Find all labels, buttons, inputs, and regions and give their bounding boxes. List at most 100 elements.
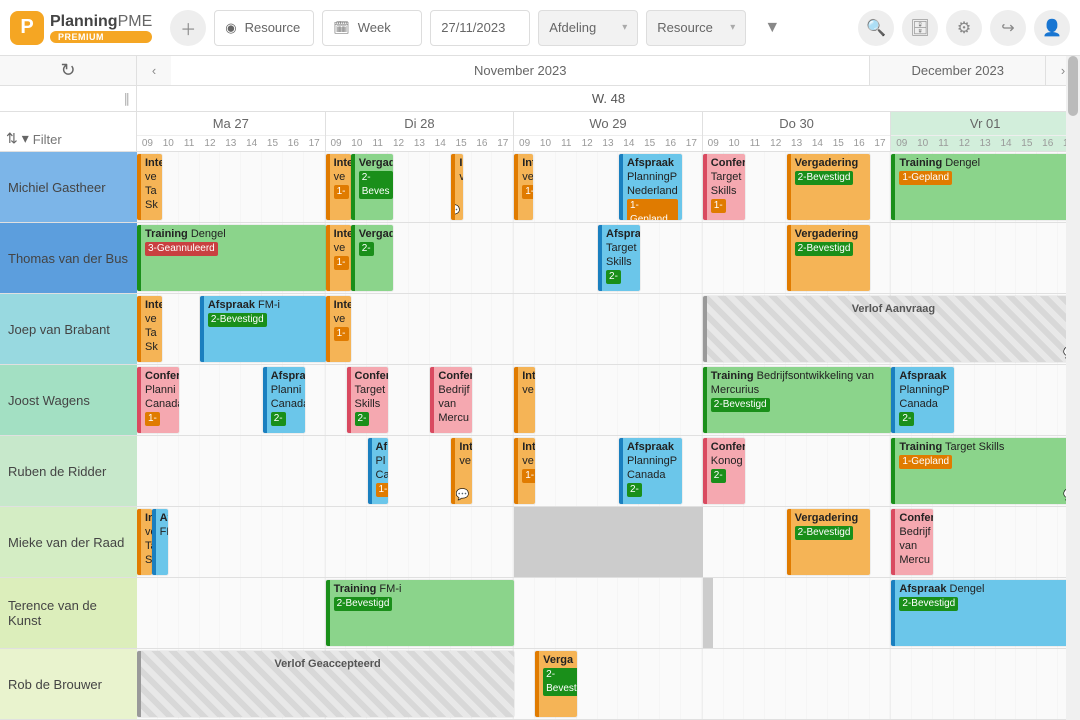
filter-cell: ⇅ ▾ <box>0 112 137 151</box>
event[interactable]: Af FM <box>152 509 169 575</box>
row-cells[interactable]: Interne ve Ta Sk Interne ve1-Vergad2-Beve… <box>137 152 1080 222</box>
hour-label: 16 <box>1037 136 1058 151</box>
app-name: PlanningPME <box>50 13 152 31</box>
filter-button[interactable]: ▼ <box>754 10 790 46</box>
event[interactable]: Vergad2-Beves <box>351 154 393 220</box>
data-button[interactable]: 🗄 <box>902 10 938 46</box>
refresh-icon[interactable]: ↻ <box>60 60 75 81</box>
resource-label[interactable]: Thomas van der Bus <box>0 223 137 293</box>
event[interactable]: Vergadering2-Bevestigd <box>787 154 871 220</box>
event[interactable]: Afspraak PlanningP Nederland1-Gepland <box>619 154 682 220</box>
hour-label: 11 <box>744 136 765 151</box>
event[interactable]: Confer Bedrijf van Mercu <box>891 509 933 575</box>
week-number: W. 48 <box>137 86 1080 111</box>
add-button[interactable]: ＋ <box>170 10 206 46</box>
date-selector[interactable]: 27/11/2023 <box>430 10 530 46</box>
schedule-grid: Michiel GastheerInterne ve Ta SkInterne … <box>0 152 1080 720</box>
hour-label: 13 <box>409 136 430 151</box>
day-header: Vr 01091011121314151617 <box>891 112 1080 151</box>
event[interactable]: Int ve1- <box>514 154 533 220</box>
hour-label: 13 <box>598 136 619 151</box>
resource-label[interactable]: Terence van de Kunst <box>0 578 137 648</box>
event[interactable]: Interne ve1- <box>326 225 351 291</box>
resource-selector[interactable]: ◉ Resource <box>214 10 314 46</box>
event[interactable]: Interne ve Ta Sk <box>137 154 162 220</box>
settings-button[interactable]: ⚙ <box>946 10 982 46</box>
resource-row: Ruben de Ridder Af Pl Ca1- Int ve💬 Int ve1-… <box>0 436 1080 507</box>
day-header: Do 30091011121314151617 <box>703 112 892 151</box>
sort-icon[interactable]: ⇅ <box>6 130 18 147</box>
event[interactable]: Verga2- Bevest <box>535 651 577 717</box>
share-button[interactable]: ↪ <box>990 10 1026 46</box>
day-header: Di 28091011121314151617 <box>326 112 515 151</box>
user-button[interactable]: 👤 <box>1034 10 1070 46</box>
event[interactable]: Training Bedrijfsontwikkeling van Mercur… <box>703 367 892 433</box>
resource-label[interactable]: Mieke van der Raad <box>0 507 137 577</box>
resource-label[interactable]: Michiel Gastheer <box>0 152 137 222</box>
row-cells[interactable]: Verlof Geaccepteerd Verga2- Bevest <box>137 649 1080 719</box>
hour-label: 14 <box>807 136 828 151</box>
prev-month-button[interactable]: ‹ <box>137 56 171 85</box>
event[interactable]: Verlof Aanvraag💬 <box>703 296 1080 362</box>
premium-badge: PREMIUM <box>50 31 152 43</box>
hour-label: 15 <box>262 136 283 151</box>
event[interactable]: Afspraak PlanningP Canada2- <box>619 438 682 504</box>
event[interactable]: Int ve Ta Sk <box>137 509 152 575</box>
event[interactable]: Interne ve Ta Sk <box>137 296 162 362</box>
period-selector[interactable]: 🗓 Week <box>322 10 422 46</box>
event[interactable]: Confer Konog2- <box>703 438 745 504</box>
resource-label[interactable]: Ruben de Ridder <box>0 436 137 506</box>
month-label-2[interactable]: December 2023 <box>870 56 1046 85</box>
resource-label[interactable]: Rob de Brouwer <box>0 649 137 719</box>
row-cells[interactable]: Training Dengel3-GeannuleerdInterne ve1-… <box>137 223 1080 293</box>
hour-label: 10 <box>535 136 556 151</box>
resource-row: Thomas van der BusTraining Dengel3-Geann… <box>0 223 1080 294</box>
event[interactable]: Confer Target Skills1- <box>703 154 745 220</box>
event[interactable]: Interne ve1- <box>326 296 351 362</box>
row-cells[interactable]: Af Pl Ca1- Int ve💬 Int ve1- Afspraak Planni… <box>137 436 1080 506</box>
event[interactable]: Afspraak Dengel2-Bevestigd <box>891 580 1080 646</box>
event[interactable]: Vergadering2-Bevestigd <box>787 509 871 575</box>
resource-label[interactable]: Joost Wagens <box>0 365 137 435</box>
event[interactable]: Af Pl Ca1- <box>368 438 389 504</box>
event[interactable]: Confer Bedrijf van Mercu <box>430 367 472 433</box>
dropdown-icon[interactable]: ▾ <box>22 130 29 147</box>
department-selector[interactable]: Afdeling ▾ <box>538 10 638 46</box>
hour-label: 16 <box>849 136 870 151</box>
hour-label: 14 <box>241 136 262 151</box>
event[interactable]: Training Dengel1-Gepland <box>891 154 1080 220</box>
event[interactable]: Confer Planni Canada1- <box>137 367 179 433</box>
month-label-1[interactable]: November 2023 <box>171 56 870 85</box>
event[interactable]: Afspra Target Skills2- <box>598 225 640 291</box>
event[interactable]: Int ve💬 <box>451 438 472 504</box>
event[interactable]: Vergadering2-Bevestigd <box>787 225 871 291</box>
row-cells[interactable]: Confer Planni Canada1- Afspra Planni Cana… <box>137 365 1080 435</box>
row-cells[interactable]: Int ve Ta SkAf FM Vergadering2-Bevestigd C… <box>137 507 1080 577</box>
event[interactable]: Int ve1- <box>514 438 535 504</box>
event[interactable]: Int ve💬 <box>451 154 463 220</box>
comment-icon: 💬 <box>451 204 460 218</box>
row-cells[interactable]: Training FM-i2-Bevestigd Afspraak Dengel2… <box>137 578 1080 648</box>
event[interactable]: Afspraak FM-i2-Bevestigd <box>200 296 326 362</box>
hour-label: 16 <box>660 136 681 151</box>
event[interactable]: Confer Target Skills2- <box>347 367 389 433</box>
event[interactable]: Training Target Skills1-Gepland💬 <box>891 438 1080 504</box>
hour-label: 09 <box>891 136 912 151</box>
event[interactable]: Vergad2- <box>351 225 393 291</box>
event[interactable]: Verlof Geaccepteerd <box>137 651 514 717</box>
group-label: Resource <box>657 20 713 35</box>
row-cells[interactable]: Interne ve Ta Sk Afspraak FM-i2-Bevestigd… <box>137 294 1080 364</box>
event[interactable]: Int ve <box>514 367 535 433</box>
vertical-scrollbar[interactable] <box>1066 56 1080 720</box>
group-selector[interactable]: Resource ▾ <box>646 10 746 46</box>
event[interactable]: Training Dengel3-Geannuleerd <box>137 225 326 291</box>
event[interactable]: Interne ve1- <box>326 154 351 220</box>
week-drag-handle[interactable]: ∥ <box>0 86 137 111</box>
search-button[interactable]: 🔍 <box>858 10 894 46</box>
event[interactable]: Training FM-i2-Bevestigd <box>326 580 515 646</box>
event[interactable]: Afspraak PlanningP Canada2- <box>891 367 954 433</box>
resource-row: Mieke van der RaadInt ve Ta SkAf FM Verga… <box>0 507 1080 578</box>
resource-label[interactable]: Joep van Brabant <box>0 294 137 364</box>
event[interactable]: Afspra Planni Canada2- <box>263 367 305 433</box>
hour-label: 15 <box>451 136 472 151</box>
